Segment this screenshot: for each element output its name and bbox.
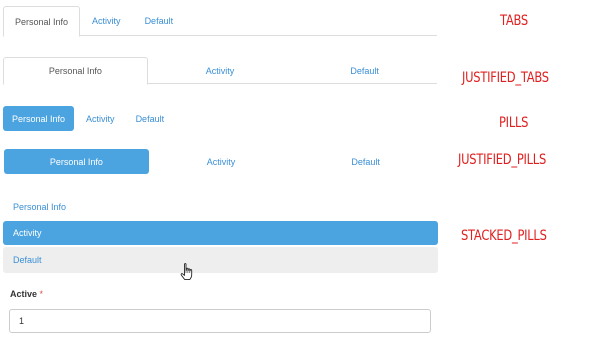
pills-nav: Personal Info Activity Default [3, 106, 173, 131]
justified-pill-personal-info[interactable]: Personal Info [4, 149, 149, 174]
stacked-pill-default[interactable]: Default [3, 247, 438, 273]
pointer-hand-icon [180, 263, 193, 281]
pill-personal-info[interactable]: Personal Info [3, 106, 75, 131]
annotation-tabs: TABS [500, 13, 528, 29]
active-input[interactable] [9, 309, 431, 333]
pill-activity[interactable]: Activity [77, 106, 124, 131]
justified-pill-activity[interactable]: Activity [149, 149, 294, 174]
tabs-nav: Personal Info Activity Default [3, 6, 437, 37]
justified-tab-personal-info[interactable]: Personal Info [3, 57, 148, 85]
active-label-text: Active [10, 289, 38, 299]
justified-pill-default[interactable]: Default [293, 149, 438, 174]
tab-activity[interactable]: Activity [80, 6, 133, 36]
justified-pills-nav: Personal Info Activity Default [4, 149, 438, 174]
tab-default[interactable]: Default [133, 6, 186, 36]
pill-default[interactable]: Default [127, 106, 174, 131]
justified-tab-default[interactable]: Default [292, 57, 437, 84]
annotation-stacked-pills: STACKED_PILLS [461, 228, 547, 244]
stacked-pill-activity[interactable]: Activity [3, 221, 438, 245]
required-marker: * [39, 289, 44, 299]
active-field-label: Active * [10, 289, 43, 299]
justified-tabs-nav: Personal Info Activity Default [3, 57, 437, 85]
nav-demo-page: Personal Info Activity Default Personal … [0, 0, 600, 339]
stacked-pills-nav: Personal Info Activity Default [3, 195, 438, 275]
stacked-pill-personal-info[interactable]: Personal Info [3, 195, 438, 219]
justified-tab-activity[interactable]: Activity [148, 57, 293, 84]
annotation-justified-tabs: JUSTIFIED_TABS [462, 70, 549, 86]
annotation-pills: PILLS [499, 115, 529, 131]
annotation-justified-pills: JUSTIFIED_PILLS [458, 152, 546, 168]
tab-personal-info[interactable]: Personal Info [3, 6, 81, 37]
